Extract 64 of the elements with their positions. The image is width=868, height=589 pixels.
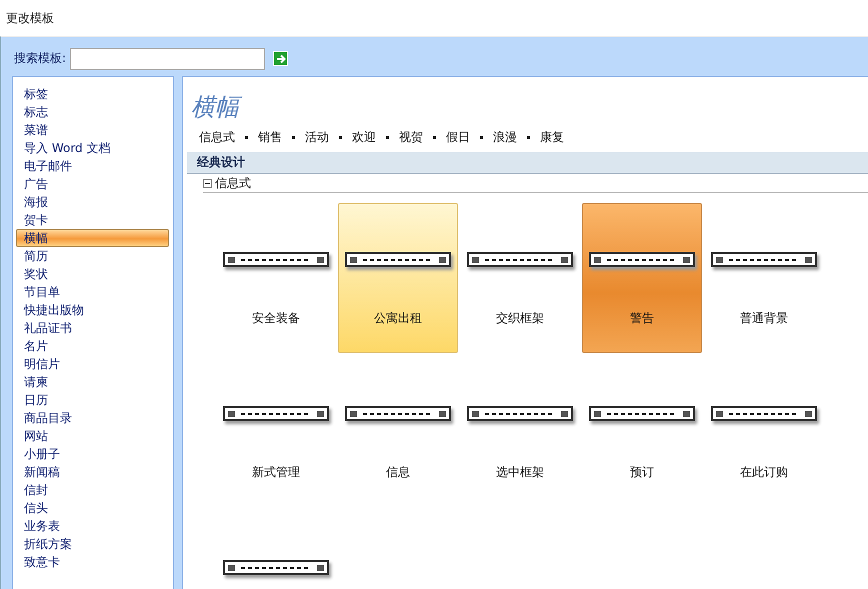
template-tile[interactable]: 公寓出租 (338, 203, 458, 353)
category-link[interactable]: 销售 (258, 129, 282, 146)
sidebar-item[interactable]: 信封 (20, 481, 169, 499)
sidebar-item[interactable]: 致意卡 (20, 553, 169, 571)
template-tile[interactable]: 选中框架 (460, 357, 580, 507)
template-label: 交织框架 (496, 310, 544, 327)
sidebar-item[interactable]: 广告 (20, 175, 169, 193)
template-label: 在此订购 (740, 464, 788, 481)
category-link[interactable]: 康复 (540, 129, 564, 146)
template-label: 安全装备 (252, 310, 300, 327)
category-link[interactable]: 欢迎 (352, 129, 376, 146)
template-label: 预订 (630, 464, 654, 481)
template-label: 信息 (386, 464, 410, 481)
group-label[interactable]: 信息式 (215, 174, 251, 192)
sidebar-item[interactable]: 名片 (20, 337, 169, 355)
category-link[interactable]: 活动 (305, 129, 329, 146)
template-tile[interactable]: 在此订购 (704, 357, 824, 507)
search-go-button[interactable] (273, 51, 288, 66)
sidebar-item[interactable]: 节目单 (20, 283, 169, 301)
category-link[interactable]: 信息式 (199, 129, 235, 146)
template-label: 警告 (630, 310, 654, 327)
sidebar-item[interactable]: 标签 (20, 85, 169, 103)
sidebar-item[interactable]: 菜谱 (20, 121, 169, 139)
template-tile[interactable]: 普通背景 (704, 203, 824, 353)
collapse-icon[interactable] (203, 178, 212, 188)
sidebar-item[interactable]: 电子邮件 (20, 157, 169, 175)
sidebar-item[interactable]: 请柬 (20, 373, 169, 391)
sidebar-item[interactable]: 信头 (20, 499, 169, 517)
page-heading: 横幅 (191, 91, 868, 125)
search-label: 搜索模板: (14, 50, 66, 67)
category-link[interactable]: 浪漫 (493, 129, 517, 146)
window-title: 更改模板 (6, 10, 54, 26)
sidebar-item[interactable]: 网站 (20, 427, 169, 445)
template-tile[interactable]: 预订 (582, 357, 702, 507)
sidebar-item[interactable]: 折纸方案 (20, 535, 169, 553)
sidebar-item[interactable]: 小册子 (20, 445, 169, 463)
search-field[interactable] (70, 48, 266, 70)
category-link[interactable]: 视贺 (399, 129, 423, 146)
sidebar-item[interactable]: 简历 (20, 247, 169, 265)
sidebar-item[interactable]: 新闻稿 (20, 463, 169, 481)
template-label: 公寓出租 (374, 310, 422, 327)
template-label: 选中框架 (496, 464, 544, 481)
sidebar-item[interactable]: 快捷出版物 (20, 301, 169, 319)
sidebar-item[interactable]: 商品目录 (20, 409, 169, 427)
template-tile[interactable]: 信息 (338, 357, 458, 507)
template-tile[interactable]: 交织框架 (460, 203, 580, 353)
sidebar-item[interactable]: 礼品证书 (20, 319, 169, 337)
arrow-right-icon (274, 52, 287, 64)
sidebar-item[interactable]: 横幅 (16, 229, 169, 247)
sidebar-item[interactable]: 贺卡 (20, 211, 169, 229)
sidebar-item[interactable]: 业务表 (20, 517, 169, 535)
template-tile[interactable]: 新式管理 (216, 357, 336, 507)
sidebar-item[interactable]: 海报 (20, 193, 169, 211)
template-label: 普通背景 (740, 310, 788, 327)
sidebar-item[interactable]: 导入 Word 文档 (20, 139, 169, 157)
sidebar-item[interactable]: 日历 (20, 391, 169, 409)
sidebar-item[interactable]: 明信片 (20, 355, 169, 373)
sidebar-item[interactable]: 标志 (20, 103, 169, 121)
section-header: 经典设计 (187, 152, 868, 174)
sidebar-item[interactable]: 奖状 (20, 265, 169, 283)
template-label: 新式管理 (252, 464, 300, 481)
template-tile[interactable]: 警告 (582, 203, 702, 353)
template-tile[interactable]: 安全装备 (216, 203, 336, 353)
category-link[interactable]: 假日 (446, 129, 470, 146)
